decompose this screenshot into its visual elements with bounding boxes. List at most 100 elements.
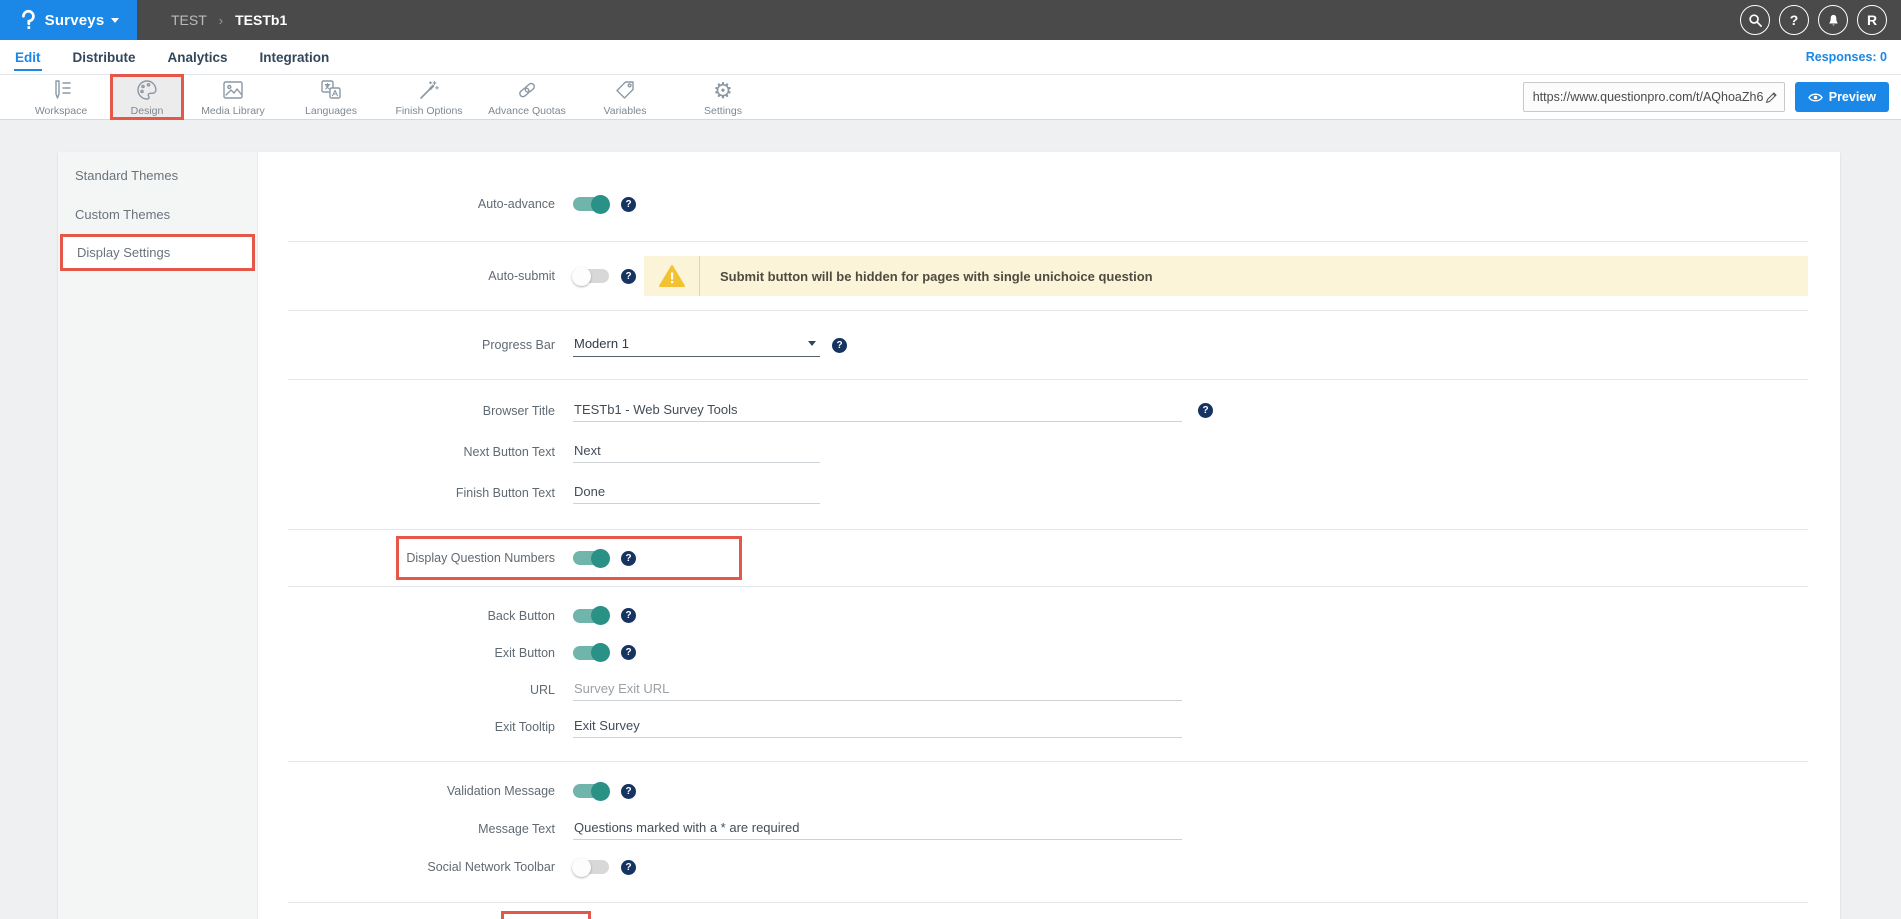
message-text-input[interactable] <box>573 818 1182 840</box>
main-area: Standard Themes Custom Themes Display Se… <box>0 120 1901 919</box>
help-icon[interactable]: ? <box>1198 403 1213 418</box>
progress-bar-label: Progress Bar <box>258 338 573 352</box>
sidebar-item-standard-themes[interactable]: Standard Themes <box>58 156 257 195</box>
toolbar-item-variables[interactable]: Variables <box>576 74 674 120</box>
browser-title-row: Browser Title ? <box>258 390 1840 431</box>
sidebar-item-custom-themes[interactable]: Custom Themes <box>58 195 257 234</box>
variables-icon <box>613 78 637 102</box>
breadcrumb-current: TESTb1 <box>235 12 287 28</box>
help-icon[interactable]: ? <box>621 608 636 623</box>
topbar: Surveys TEST › TESTb1 ? R <box>0 0 1901 40</box>
design-sidebar: Standard Themes Custom Themes Display Se… <box>58 152 258 919</box>
chevron-down-icon <box>808 341 816 346</box>
tab-edit[interactable]: Edit <box>14 44 42 71</box>
toolbar: Workspace Design Media Library Languages… <box>0 74 1901 120</box>
social-network-toolbar-toggle[interactable] <box>573 860 609 874</box>
languages-icon <box>319 78 343 102</box>
help-icon[interactable]: ? <box>1779 5 1809 35</box>
topbar-icons: ? R <box>1740 5 1887 35</box>
surveys-menu[interactable]: Surveys <box>0 0 137 40</box>
toolbar-item-settings[interactable]: ⚙ Settings <box>674 74 772 120</box>
toolbar-item-advance-quotas[interactable]: Advance Quotas <box>478 74 576 120</box>
help-icon[interactable]: ? <box>621 784 636 799</box>
tab-distribute[interactable]: Distribute <box>72 44 137 71</box>
back-button-row: Back Button ? <box>258 597 1840 634</box>
display-question-numbers-label: Display Question Numbers <box>258 551 573 565</box>
tab-analytics[interactable]: Analytics <box>167 44 229 71</box>
toolbar-item-design[interactable]: Design <box>110 74 184 120</box>
auto-advance-label: Auto-advance <box>258 197 573 211</box>
validation-message-label: Validation Message <box>258 784 573 798</box>
app-window: Surveys TEST › TESTb1 ? R Edit Distribut… <box>0 0 1901 919</box>
exit-url-row: URL <box>258 671 1840 708</box>
breadcrumb-separator-icon: › <box>219 13 223 28</box>
finish-button-text-row: Finish Button Text <box>258 472 1840 513</box>
eye-icon <box>1808 92 1823 103</box>
highlight-box: Save <box>501 911 591 919</box>
warning-triangle-icon <box>644 256 700 296</box>
exit-tooltip-input[interactable] <box>573 716 1182 738</box>
auto-submit-warning: Submit button will be hidden for pages w… <box>644 256 1808 296</box>
responses-count[interactable]: Responses: 0 <box>1806 50 1887 64</box>
exit-tooltip-row: Exit Tooltip <box>258 708 1840 745</box>
advance-quotas-icon <box>515 78 539 102</box>
edit-pencil-icon[interactable] <box>1765 91 1778 104</box>
progress-bar-select[interactable]: Modern 1 <box>573 334 820 357</box>
help-icon[interactable]: ? <box>621 269 636 284</box>
browser-title-label: Browser Title <box>258 404 573 418</box>
display-question-numbers-row: Display Question Numbers ? <box>258 541 1840 575</box>
display-question-numbers-toggle[interactable] <box>573 551 609 565</box>
browser-title-input[interactable] <box>573 400 1182 422</box>
auto-submit-toggle[interactable] <box>573 269 609 283</box>
tabbar: Edit Distribute Analytics Integration Re… <box>0 40 1901 74</box>
breadcrumb-parent[interactable]: TEST <box>171 12 207 28</box>
validation-message-row: Validation Message ? <box>258 772 1840 810</box>
help-icon[interactable]: ? <box>621 860 636 875</box>
chevron-down-icon <box>111 18 119 23</box>
help-icon[interactable]: ? <box>832 338 847 353</box>
exit-url-input[interactable] <box>573 679 1182 701</box>
exit-button-toggle[interactable] <box>573 646 609 660</box>
next-button-text-input[interactable] <box>573 441 820 463</box>
toolbar-item-workspace[interactable]: Workspace <box>12 74 110 120</box>
design-icon <box>135 78 159 102</box>
progress-bar-row: Progress Bar Modern 1 ? <box>258 327 1840 363</box>
search-icon[interactable] <box>1740 5 1770 35</box>
auto-advance-toggle[interactable] <box>573 197 609 211</box>
survey-url-input[interactable] <box>1533 90 1765 104</box>
back-button-toggle[interactable] <box>573 609 609 623</box>
next-button-text-label: Next Button Text <box>258 445 573 459</box>
social-network-toolbar-label: Social Network Toolbar <box>258 860 573 874</box>
next-button-text-row: Next Button Text <box>258 431 1840 472</box>
design-settings-card: Standard Themes Custom Themes Display Se… <box>58 152 1840 919</box>
exit-url-label: URL <box>258 683 573 697</box>
validation-message-toggle[interactable] <box>573 784 609 798</box>
warning-text: Submit button will be hidden for pages w… <box>700 256 1153 296</box>
toolbar-item-languages[interactable]: Languages <box>282 74 380 120</box>
sidebar-item-display-settings[interactable]: Display Settings <box>60 234 255 271</box>
auto-advance-row: Auto-advance ? <box>258 189 1840 219</box>
social-network-toolbar-row: Social Network Toolbar ? <box>258 848 1840 886</box>
message-text-label: Message Text <box>258 822 573 836</box>
finish-button-text-input[interactable] <box>573 482 820 504</box>
workspace-icon <box>49 78 73 102</box>
toolbar-item-media-library[interactable]: Media Library <box>184 74 282 120</box>
save-section: Save <box>258 903 1840 919</box>
display-settings-form: Auto-advance ? Auto-submit ? <box>258 152 1840 919</box>
exit-button-row: Exit Button ? <box>258 634 1840 671</box>
auto-submit-row: Auto-submit ? Submit button will be hidd… <box>258 256 1840 296</box>
media-library-icon <box>221 78 245 102</box>
questionpro-logo <box>18 9 38 31</box>
preview-button[interactable]: Preview <box>1795 82 1889 112</box>
help-icon[interactable]: ? <box>621 645 636 660</box>
exit-button-label: Exit Button <box>258 646 573 660</box>
back-button-label: Back Button <box>258 609 573 623</box>
tab-integration[interactable]: Integration <box>259 44 331 71</box>
help-icon[interactable]: ? <box>621 551 636 566</box>
breadcrumb: TEST › TESTb1 <box>171 12 287 28</box>
settings-icon: ⚙ <box>713 78 733 102</box>
bell-icon[interactable] <box>1818 5 1848 35</box>
help-icon[interactable]: ? <box>621 197 636 212</box>
toolbar-item-finish-options[interactable]: Finish Options <box>380 74 478 120</box>
avatar[interactable]: R <box>1857 5 1887 35</box>
